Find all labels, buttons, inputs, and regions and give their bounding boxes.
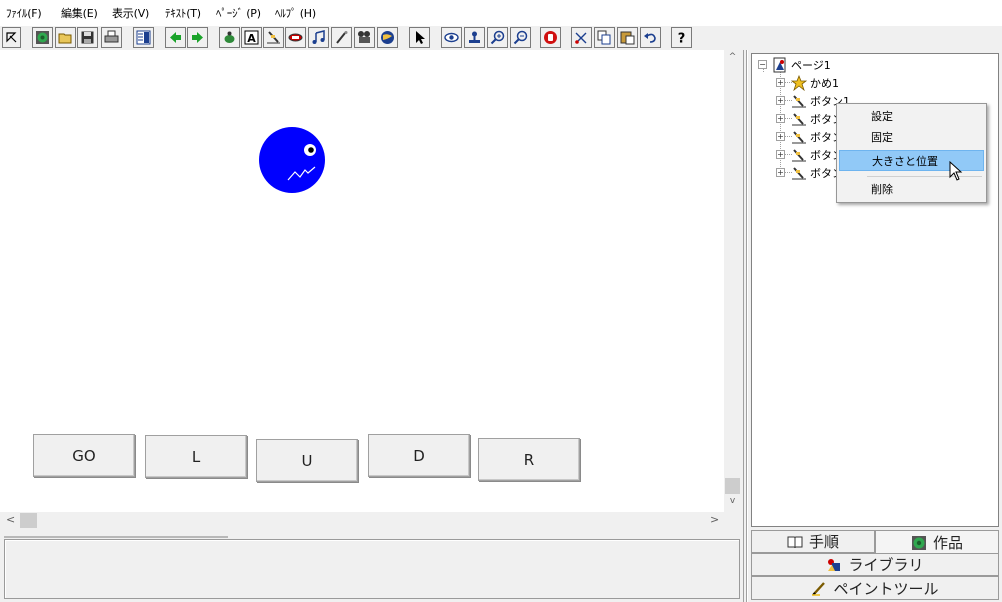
paint-brush-icon[interactable]: [331, 27, 352, 48]
scroll-thumb[interactable]: [725, 478, 740, 494]
menu-item-delete[interactable]: 削除: [839, 179, 984, 200]
tab-procedure-label: 手順: [808, 533, 839, 551]
collapse-toggle[interactable]: −: [758, 60, 767, 69]
pencil-icon: [812, 582, 826, 596]
page-icon: [773, 57, 786, 73]
music-note-icon[interactable]: [308, 27, 329, 48]
menu-text[interactable]: ﾃｷｽﾄ(T): [165, 5, 201, 21]
turtle-star-icon: [791, 75, 807, 91]
mouse-cursor-icon: [949, 161, 963, 181]
scroll-left-arrow[interactable]: <: [6, 513, 15, 526]
cut-scissors-icon[interactable]: [571, 27, 592, 48]
button-tool-icon[interactable]: [263, 27, 284, 48]
tab-work[interactable]: 作品: [875, 530, 999, 554]
library-icon: [828, 558, 841, 571]
scroll-up-arrow[interactable]: ^: [724, 52, 741, 62]
button-icon: [792, 95, 806, 108]
menu-page[interactable]: ﾍﾟｰｼﾞ (P): [216, 5, 261, 21]
svg-text:A: A: [247, 32, 256, 45]
open-folder-icon[interactable]: [55, 27, 76, 48]
globe-icon[interactable]: [377, 27, 398, 48]
undo-icon[interactable]: [640, 27, 661, 48]
tab-paint-tool[interactable]: ペイントツール: [751, 576, 999, 600]
tab-paint-tool-label: ペイントツール: [833, 579, 939, 598]
menu-view[interactable]: 表示(V): [112, 5, 149, 21]
button-icon: [792, 131, 806, 144]
menu-help[interactable]: ﾍﾙﾌﾟ (H): [275, 5, 316, 21]
turtle-icon[interactable]: [219, 27, 240, 48]
expand-toggle[interactable]: +: [776, 168, 785, 177]
field-icon[interactable]: [285, 27, 306, 48]
paste-icon[interactable]: [617, 27, 638, 48]
tree-root-label: ページ1: [791, 59, 831, 72]
tab-work-label: 作品: [932, 534, 963, 552]
copy-icon[interactable]: [594, 27, 615, 48]
down-button[interactable]: D: [368, 434, 470, 477]
stage-canvas[interactable]: GO L U D R: [0, 50, 724, 512]
tab-procedure[interactable]: 手順: [751, 530, 875, 553]
menu-item-settings[interactable]: 設定: [839, 106, 984, 127]
expand-toggle[interactable]: +: [776, 132, 785, 141]
scroll-thumb[interactable]: [20, 513, 37, 528]
up-button[interactable]: U: [256, 439, 358, 482]
eye-icon[interactable]: [441, 27, 462, 48]
menu-item-lock[interactable]: 固定: [839, 127, 984, 148]
expand-toggle[interactable]: +: [776, 78, 785, 87]
help-icon[interactable]: ?: [671, 27, 692, 48]
scroll-down-arrow[interactable]: v: [724, 496, 741, 506]
left-button[interactable]: L: [145, 435, 247, 478]
zoom-out-icon[interactable]: [510, 27, 531, 48]
zoom-in-icon[interactable]: [487, 27, 508, 48]
expand-toggle[interactable]: +: [776, 96, 785, 105]
tree-item-label: かめ1: [810, 77, 839, 90]
select-arrow-icon[interactable]: [409, 27, 430, 48]
menu-separator: [867, 176, 982, 177]
book-icon: [787, 536, 803, 548]
tree-root-page1[interactable]: ページ1: [772, 57, 831, 73]
save-disk-icon[interactable]: [77, 27, 98, 48]
globe-icon: [911, 535, 926, 550]
button-icon: [792, 113, 806, 126]
status-divider: [4, 536, 228, 538]
panel-splitter[interactable]: [741, 50, 750, 602]
stop-hand-icon[interactable]: [540, 27, 561, 48]
button-icon: [792, 149, 806, 162]
forward-arrow-icon[interactable]: [187, 27, 208, 48]
canvas-vertical-scrollbar[interactable]: ^ v: [724, 50, 741, 512]
menu-edit[interactable]: 編集(E): [61, 5, 98, 21]
toolbar: A ?: [0, 26, 1002, 50]
go-button[interactable]: GO: [33, 434, 135, 477]
stamp-icon[interactable]: [464, 27, 485, 48]
svg-text:?: ?: [678, 32, 686, 46]
canvas-horizontal-scrollbar[interactable]: < >: [0, 512, 724, 529]
back-arrow-icon[interactable]: [165, 27, 186, 48]
text-box-icon[interactable]: A: [241, 27, 262, 48]
film-icon[interactable]: [354, 27, 375, 48]
tab-library[interactable]: ライブラリ: [751, 553, 999, 576]
print-icon[interactable]: [101, 27, 122, 48]
menu-bar: ﾌｧｲﾙ(F) 編集(E) 表示(V) ﾃｷｽﾄ(T) ﾍﾟｰｼﾞ (P) ﾍﾙ…: [0, 0, 1002, 26]
tree-item-turtle1[interactable]: かめ1: [791, 75, 839, 91]
turtle-body: [259, 127, 325, 193]
scrollbar-corner: [724, 512, 741, 529]
page-layout-icon[interactable]: [133, 27, 154, 48]
turtle-sprite[interactable]: [258, 126, 328, 196]
scroll-right-arrow[interactable]: >: [710, 513, 719, 526]
new-work-icon[interactable]: [32, 27, 53, 48]
expand-toggle[interactable]: +: [776, 114, 785, 123]
menu-file[interactable]: ﾌｧｲﾙ(F): [6, 5, 42, 21]
pointer-arrow-icon[interactable]: [2, 27, 21, 48]
button-icon: [792, 167, 806, 180]
right-button[interactable]: R: [478, 438, 580, 481]
message-panel: [4, 539, 740, 599]
expand-toggle[interactable]: +: [776, 150, 785, 159]
context-menu: 設定 固定 大きさと位置 削除: [836, 103, 987, 203]
tab-library-label: ライブラリ: [848, 556, 924, 574]
